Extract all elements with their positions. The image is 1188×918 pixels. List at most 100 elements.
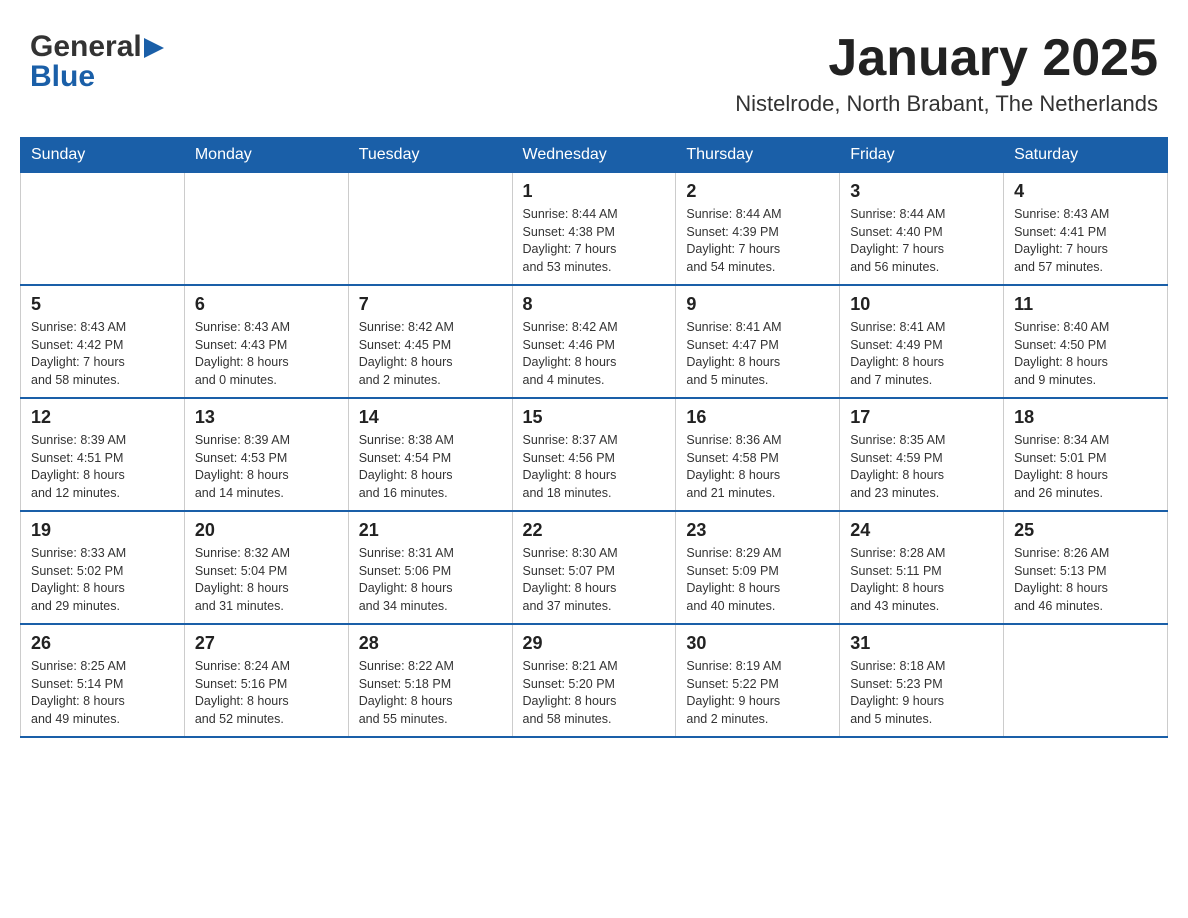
day-cell: 13Sunrise: 8:39 AM Sunset: 4:53 PM Dayli… [184,398,348,511]
day-number: 11 [1014,294,1157,315]
day-number: 15 [523,407,666,428]
day-number: 26 [31,633,174,654]
day-info: Sunrise: 8:26 AM Sunset: 5:13 PM Dayligh… [1014,545,1157,615]
day-cell: 21 Sunrise: 8:31 AM Sunset: 5:06 PM Dayli… [348,511,512,624]
day-number: 22 [523,520,666,541]
day-info: Sunrise: 8:40 AM Sunset: 4:50 PM Dayligh… [1014,319,1157,389]
day-number: 23 [686,520,829,541]
day-cell: 7 Sunrise: 8:42 AM Sunset: 4:45 PM Daylig… [348,285,512,398]
header: General Blue January 2025 Nistelrode, No… [20,20,1168,127]
day-cell: 19 Sunrise: 8:33 AM Sunset: 5:02 PM Dayli… [21,511,185,624]
day-number: 24 [850,520,993,541]
day-cell: 24 Sunrise: 8:28 AM Sunset: 5:11 PM Dayli… [840,511,1004,624]
month-title: January 2025 [735,30,1158,87]
day-cell: 25 Sunrise: 8:26 AM Sunset: 5:13 PM Dayli… [1004,511,1168,624]
day-info: Sunrise: 8:30 AM Sunset: 5:07 PM Dayligh… [523,545,666,615]
day-cell: 9 Sunrise: 8:41 AM Sunset: 4:47 PM Daylig… [676,285,840,398]
day-number: 21 [359,520,502,541]
day-cell: 16 Sunrise: 8:36 AM Sunset: 4:58 PM Dayli… [676,398,840,511]
day-cell: 3Sunrise: 8:44 AM Sunset: 4:40 PM Daylig… [840,173,1004,286]
logo-arrow-icon [144,38,164,58]
day-cell: 18 Sunrise: 8:34 AM Sunset: 5:01 PM Dayli… [1004,398,1168,511]
day-cell: 12 Sunrise: 8:39 AM Sunset: 4:51 PM Dayli… [21,398,185,511]
day-number: 13 [195,407,338,428]
day-number: 27 [195,633,338,654]
logo-blue: Blue [30,60,164,94]
day-number: 17 [850,407,993,428]
weekday-header-saturday: Saturday [1004,138,1168,173]
day-number: 6 [195,294,338,315]
day-number: 9 [686,294,829,315]
logo-general: General [30,30,142,64]
day-number: 7 [359,294,502,315]
day-cell: 20Sunrise: 8:32 AM Sunset: 5:04 PM Dayli… [184,511,348,624]
day-info: Sunrise: 8:34 AM Sunset: 5:01 PM Dayligh… [1014,432,1157,502]
day-cell: 1 Sunrise: 8:44 AM Sunset: 4:38 PM Daylig… [512,173,676,286]
week-row-5: 26 Sunrise: 8:25 AM Sunset: 5:14 PM Dayli… [21,624,1168,737]
day-cell: 11 Sunrise: 8:40 AM Sunset: 4:50 PM Dayli… [1004,285,1168,398]
day-cell: 10Sunrise: 8:41 AM Sunset: 4:49 PM Dayli… [840,285,1004,398]
day-number: 25 [1014,520,1157,541]
day-cell: 5 Sunrise: 8:43 AM Sunset: 4:42 PM Daylig… [21,285,185,398]
day-info: Sunrise: 8:18 AM Sunset: 5:23 PM Dayligh… [850,658,993,728]
weekday-header-friday: Friday [840,138,1004,173]
day-number: 8 [523,294,666,315]
day-number: 30 [686,633,829,654]
location-title: Nistelrode, North Brabant, The Netherlan… [735,91,1158,117]
day-number: 1 [523,181,666,202]
week-row-4: 19 Sunrise: 8:33 AM Sunset: 5:02 PM Dayli… [21,511,1168,624]
day-cell: 27 Sunrise: 8:24 AM Sunset: 5:16 PM Dayli… [184,624,348,737]
day-info: Sunrise: 8:43 AM Sunset: 4:42 PM Dayligh… [31,319,174,389]
day-number: 5 [31,294,174,315]
day-cell: 30 Sunrise: 8:19 AM Sunset: 5:22 PM Dayli… [676,624,840,737]
weekday-header-sunday: Sunday [21,138,185,173]
day-info: Sunrise: 8:24 AM Sunset: 5:16 PM Dayligh… [195,658,338,728]
day-number: 19 [31,520,174,541]
day-cell [21,173,185,286]
day-cell: 31 Sunrise: 8:18 AM Sunset: 5:23 PM Dayli… [840,624,1004,737]
day-info: Sunrise: 8:33 AM Sunset: 5:02 PM Dayligh… [31,545,174,615]
day-number: 12 [31,407,174,428]
day-info: Sunrise: 8:32 AM Sunset: 5:04 PM Dayligh… [195,545,338,615]
day-cell: 14Sunrise: 8:38 AM Sunset: 4:54 PM Dayli… [348,398,512,511]
day-info: Sunrise: 8:44 AM Sunset: 4:39 PM Dayligh… [686,206,829,276]
day-cell: 28Sunrise: 8:22 AM Sunset: 5:18 PM Dayli… [348,624,512,737]
day-info: Sunrise: 8:31 AM Sunset: 5:06 PM Dayligh… [359,545,502,615]
week-row-1: 1 Sunrise: 8:44 AM Sunset: 4:38 PM Daylig… [21,173,1168,286]
day-cell: 15Sunrise: 8:37 AM Sunset: 4:56 PM Dayli… [512,398,676,511]
day-cell [184,173,348,286]
title-area: January 2025 Nistelrode, North Brabant, … [725,20,1168,127]
day-info: Sunrise: 8:36 AM Sunset: 4:58 PM Dayligh… [686,432,829,502]
day-number: 16 [686,407,829,428]
day-number: 3 [850,181,993,202]
day-number: 18 [1014,407,1157,428]
day-cell: 8 Sunrise: 8:42 AM Sunset: 4:46 PM Daylig… [512,285,676,398]
day-cell [1004,624,1168,737]
day-info: Sunrise: 8:43 AM Sunset: 4:43 PM Dayligh… [195,319,338,389]
day-number: 14 [359,407,502,428]
day-number: 4 [1014,181,1157,202]
logo: General Blue [20,20,174,104]
day-number: 31 [850,633,993,654]
day-info: Sunrise: 8:28 AM Sunset: 5:11 PM Dayligh… [850,545,993,615]
weekday-header-tuesday: Tuesday [348,138,512,173]
day-number: 29 [523,633,666,654]
day-cell: 26 Sunrise: 8:25 AM Sunset: 5:14 PM Dayli… [21,624,185,737]
weekday-header-thursday: Thursday [676,138,840,173]
day-cell: 23Sunrise: 8:29 AM Sunset: 5:09 PM Dayli… [676,511,840,624]
day-info: Sunrise: 8:43 AM Sunset: 4:41 PM Dayligh… [1014,206,1157,276]
weekday-header-row: SundayMondayTuesdayWednesdayThursdayFrid… [21,138,1168,173]
day-info: Sunrise: 8:44 AM Sunset: 4:38 PM Dayligh… [523,206,666,276]
day-info: Sunrise: 8:25 AM Sunset: 5:14 PM Dayligh… [31,658,174,728]
day-cell [348,173,512,286]
day-number: 10 [850,294,993,315]
day-info: Sunrise: 8:39 AM Sunset: 4:51 PM Dayligh… [31,432,174,502]
day-info: Sunrise: 8:19 AM Sunset: 5:22 PM Dayligh… [686,658,829,728]
day-info: Sunrise: 8:41 AM Sunset: 4:47 PM Dayligh… [686,319,829,389]
day-info: Sunrise: 8:35 AM Sunset: 4:59 PM Dayligh… [850,432,993,502]
day-number: 2 [686,181,829,202]
day-info: Sunrise: 8:42 AM Sunset: 4:45 PM Dayligh… [359,319,502,389]
day-cell: 2 Sunrise: 8:44 AM Sunset: 4:39 PM Daylig… [676,173,840,286]
day-info: Sunrise: 8:42 AM Sunset: 4:46 PM Dayligh… [523,319,666,389]
weekday-header-monday: Monday [184,138,348,173]
